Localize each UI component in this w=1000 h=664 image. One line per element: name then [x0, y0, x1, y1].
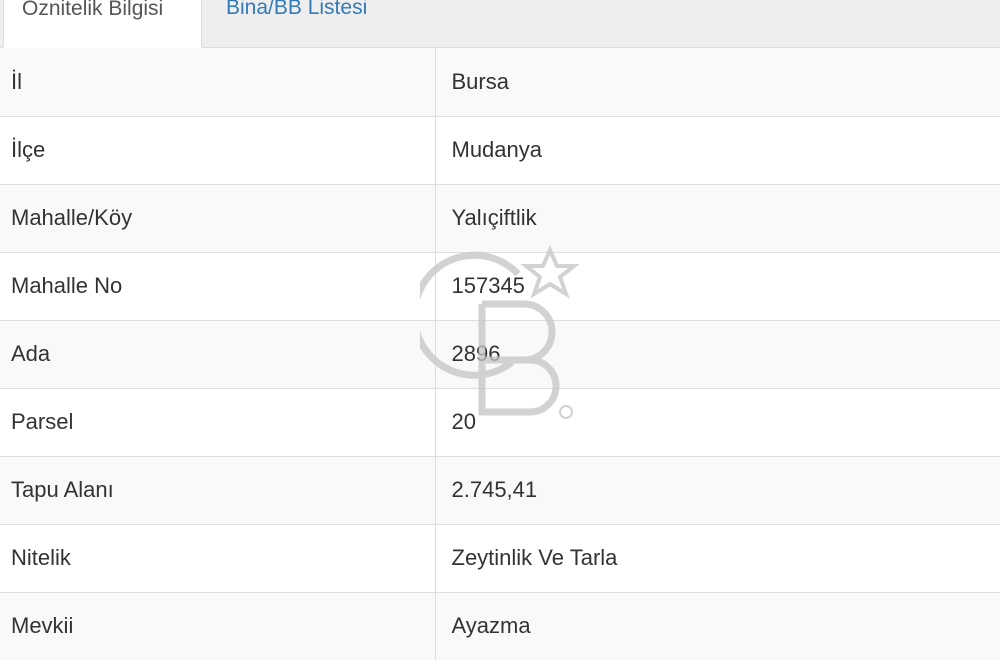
attribute-value: 20 — [434, 387, 1000, 456]
table-row: İlçe Mudanya — [0, 115, 1000, 184]
attribute-key: Mahalle/Köy — [0, 183, 435, 252]
table-row: Mahalle/Köy Yalıçiftlik — [0, 183, 1000, 252]
attribute-table: İl Bursa İlçe Mudanya Mahalle/Köy Yalıçi… — [0, 48, 1000, 660]
attribute-key: Mevkii — [0, 591, 435, 660]
table-row: Ada 2896 — [0, 319, 1000, 388]
attribute-value: Yalıçiftlik — [434, 183, 1000, 252]
tab-bina-bb-listesi[interactable]: Bina/BB Listesi — [226, 0, 367, 48]
table-row: Nitelik Zeytinlik Ve Tarla — [0, 523, 1000, 592]
table-row: İl Bursa — [0, 48, 1000, 116]
table-row: Mevkii Ayazma — [0, 591, 1000, 660]
attribute-key: İlçe — [0, 115, 435, 184]
table-row: Mahalle No 157345 — [0, 251, 1000, 320]
attribute-value: Zeytinlik Ve Tarla — [434, 523, 1000, 592]
attribute-value: 2896 — [434, 319, 1000, 388]
parcel-info-page: Öznitelik Bilgisi Bina/BB Listesi İl Bur… — [0, 0, 1000, 664]
attribute-value: 2.745,41 — [434, 455, 1000, 524]
attribute-key: Nitelik — [0, 523, 435, 592]
attribute-key: Tapu Alanı — [0, 455, 435, 524]
tab-bar: Öznitelik Bilgisi Bina/BB Listesi — [0, 0, 1000, 48]
attribute-value: Ayazma — [434, 591, 1000, 660]
attribute-value: Mudanya — [434, 115, 1000, 184]
attribute-value: 157345 — [434, 251, 1000, 320]
attribute-key: Parsel — [0, 387, 435, 456]
attribute-value: Bursa — [434, 48, 1000, 116]
attribute-key: Mahalle No — [0, 251, 435, 320]
tab-oznitelik-bilgisi[interactable]: Öznitelik Bilgisi — [3, 0, 202, 48]
table-row: Tapu Alanı 2.745,41 — [0, 455, 1000, 524]
attribute-key: Ada — [0, 319, 435, 388]
attribute-key: İl — [0, 48, 435, 116]
table-row: Parsel 20 — [0, 387, 1000, 456]
tab-label: Bina/BB Listesi — [226, 0, 368, 19]
tab-label: Öznitelik Bilgisi — [22, 0, 164, 20]
